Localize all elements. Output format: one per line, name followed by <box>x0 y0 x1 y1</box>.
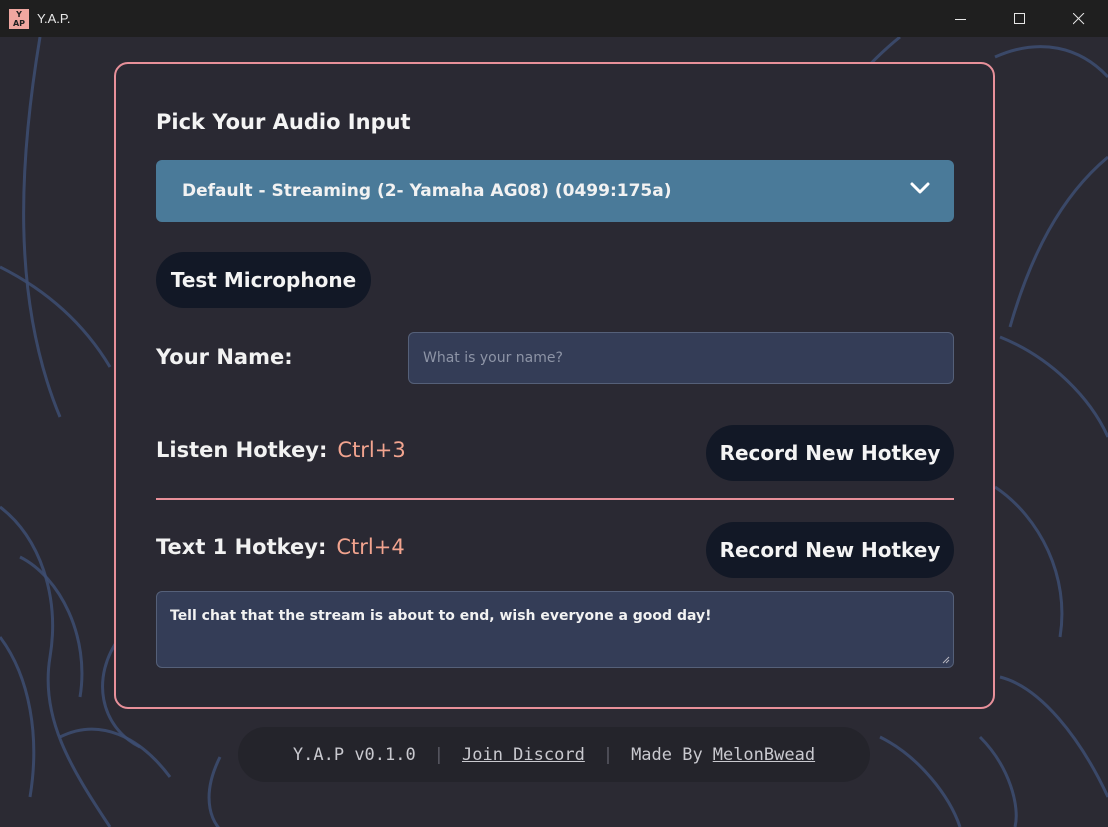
audio-input-title: Pick Your Audio Input <box>156 110 411 134</box>
record-text1-hotkey-button[interactable]: Record New Hotkey <box>706 522 954 578</box>
listen-hotkey-value: Ctrl+3 <box>337 438 406 462</box>
text1-hotkey-value: Ctrl+4 <box>336 535 405 559</box>
author-link[interactable]: MelonBwead <box>713 745 815 765</box>
minimize-icon <box>954 18 966 20</box>
text1-message-textarea[interactable]: Tell chat that the stream is about to en… <box>156 591 954 668</box>
footer-separator: | <box>602 744 614 765</box>
record-listen-hotkey-button[interactable]: Record New Hotkey <box>706 425 954 481</box>
window-title: Y.A.P. <box>37 11 71 26</box>
text1-hotkey-label: Text 1 Hotkey: <box>156 535 327 559</box>
text1-hotkey-row: Text 1 Hotkey: Ctrl+4 <box>156 535 405 559</box>
name-label: Your Name: <box>156 345 293 369</box>
resize-handle-icon[interactable] <box>942 656 950 664</box>
close-icon <box>1072 12 1084 24</box>
minimize-button[interactable] <box>931 0 990 37</box>
footer-separator: | <box>433 744 444 765</box>
listen-hotkey-row: Listen Hotkey: Ctrl+3 <box>156 438 406 462</box>
close-button[interactable] <box>1049 0 1108 37</box>
made-by-prefix: Made By <box>631 744 703 765</box>
test-microphone-button[interactable]: Test Microphone <box>156 252 371 308</box>
selected-audio-device: Default - Streaming (2- Yamaha AG08) (04… <box>182 181 672 201</box>
settings-card: Pick Your Audio Input Default - Streamin… <box>114 62 995 709</box>
made-by-text: Made By MelonBwead <box>631 745 815 765</box>
maximize-button[interactable] <box>990 0 1049 37</box>
name-input[interactable] <box>408 332 954 384</box>
join-discord-link[interactable]: Join Discord <box>462 745 585 765</box>
app-logo-icon: Y AP <box>9 8 29 29</box>
title-bar: Y AP Y.A.P. <box>0 0 1108 37</box>
audio-input-select[interactable]: Default - Streaming (2- Yamaha AG08) (04… <box>156 160 954 222</box>
maximize-icon <box>1013 12 1025 24</box>
chevron-down-icon <box>910 182 930 194</box>
listen-hotkey-label: Listen Hotkey: <box>156 438 328 462</box>
version-text: Y.A.P v0.1.0 <box>292 744 416 765</box>
section-divider <box>156 498 954 500</box>
window-controls <box>931 0 1108 37</box>
footer-bar: Y.A.P v0.1.0 | Join Discord | Made By Me… <box>238 727 870 782</box>
